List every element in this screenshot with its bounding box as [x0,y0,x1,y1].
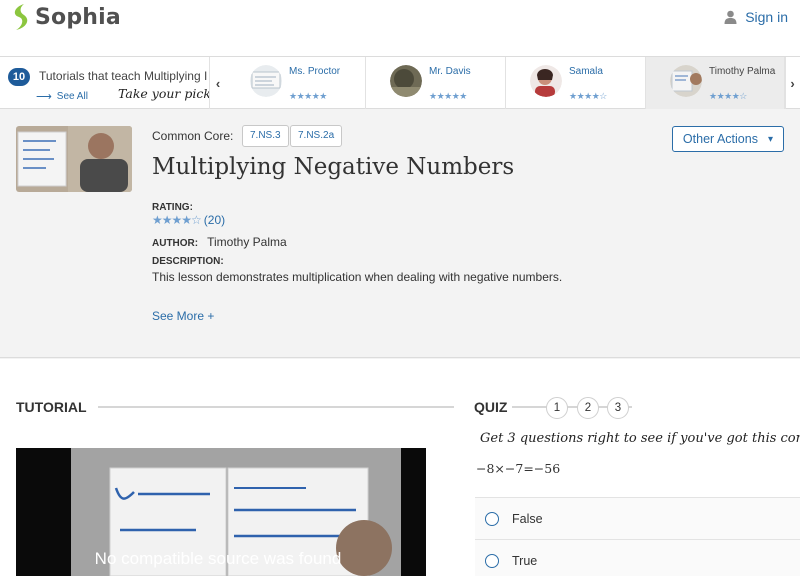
user-icon [724,10,737,24]
tutor-rating-stars: ★★★★☆ [569,91,607,101]
author-label: AUTHOR: [152,238,199,249]
tutor-name: Timothy Palma [709,66,776,77]
tutorial-count-badge: 10 [8,68,30,86]
tutor-card-timothy-palma[interactable]: Timothy Palma ★★★★☆ [646,57,786,109]
lesson-info: Common Core: 7.NS.3 7.NS.2a Multiplying … [0,110,800,358]
tutor-avatar [530,65,562,97]
quiz-question-1[interactable]: 1 [546,397,568,419]
answer-option-false[interactable]: False [475,497,800,539]
common-core-label: Common Core: [152,129,234,143]
tutor-avatar [390,65,422,97]
tutor-card-mr-davis[interactable]: Mr. Davis ★★★★★ [366,57,506,109]
tutorials-title: Tutorials that teach Multiplying I [39,69,208,83]
sophia-logo[interactable]: Sophia [10,3,121,31]
rating-count[interactable]: (20) [204,213,225,227]
chevron-left-icon: ‹ [215,75,221,91]
chevron-right-icon: › [790,75,795,91]
tutor-card-ms-proctor[interactable]: Ms. Proctor ★★★★★ [226,57,366,109]
sophia-leaf-icon [14,4,28,30]
sign-in-label: Sign in [745,9,788,25]
chevron-down-icon: ▾ [767,133,773,145]
quiz-equation: −8×−7=−56 [476,461,561,476]
arrow-right-icon: ⟶ [36,91,52,103]
see-all-link[interactable]: ⟶ See All [36,90,88,103]
tutorial-quiz-section: TUTORIAL No compatible source was found … [0,359,800,576]
answer-label: True [512,553,538,568]
rating-stars: ★★★★☆ [152,213,202,227]
tutor-rating-stars: ★★★★★ [429,91,467,101]
quiz-question-2[interactable]: 2 [577,397,599,419]
tutorials-summary: 10 Tutorials that teach Multiplying I ⟶ … [0,57,210,109]
tutorials-strip: 10 Tutorials that teach Multiplying I ⟶ … [0,57,800,109]
logo-text: Sophia [35,4,121,30]
quiz-prompt: Get 3 questions right to see if you've g… [480,431,800,446]
tutor-name: Samala [569,66,603,77]
quiz-heading: QUIZ [474,399,508,415]
see-more-link[interactable]: See More + [152,309,214,323]
answer-label: False [512,511,543,526]
tutor-name: Ms. Proctor [289,66,341,77]
tutor-avatar [670,65,702,97]
author-name: Timothy Palma [207,235,287,249]
take-your-pick-label: Take your pick: [118,86,210,101]
author-row: AUTHOR: Timothy Palma [152,235,287,249]
tutorial-heading: TUTORIAL [16,399,87,415]
answer-option-true[interactable]: True [475,539,800,576]
next-tutorial-arrow[interactable]: › [784,57,800,109]
tutor-rating-stars: ★★★★☆ [709,91,747,101]
radio-button[interactable] [485,553,499,568]
rating-row: ★★★★☆ (20) [152,213,225,227]
tutor-name: Mr. Davis [429,66,471,77]
lesson-thumbnail[interactable] [16,126,132,192]
sign-in-link[interactable]: Sign in [724,9,788,25]
lesson-description: This lesson demonstrates multiplication … [152,270,563,284]
lesson-title: Multiplying Negative Numbers [152,154,515,180]
other-actions-label: Other Actions [682,132,758,146]
video-error-message: No compatible source was found [94,549,342,568]
tutor-avatar [250,65,282,97]
tutor-rating-stars: ★★★★★ [289,91,327,101]
tutorial-divider [98,406,454,408]
rating-label: RATING: [152,202,193,213]
standard-tag[interactable]: 7.NS.2a [290,125,343,147]
see-all-label: See All [56,91,88,102]
tutor-card-samala[interactable]: Samala ★★★★☆ [506,57,646,109]
quiz-question-3[interactable]: 3 [607,397,629,419]
description-label: DESCRIPTION: [152,256,224,267]
site-header: Sophia Sign in [0,0,800,57]
standard-tag[interactable]: 7.NS.3 [242,125,289,147]
other-actions-button[interactable]: Other Actions ▾ [671,126,784,152]
radio-button[interactable] [485,511,499,526]
prev-tutorial-arrow[interactable]: ‹ [210,57,226,109]
